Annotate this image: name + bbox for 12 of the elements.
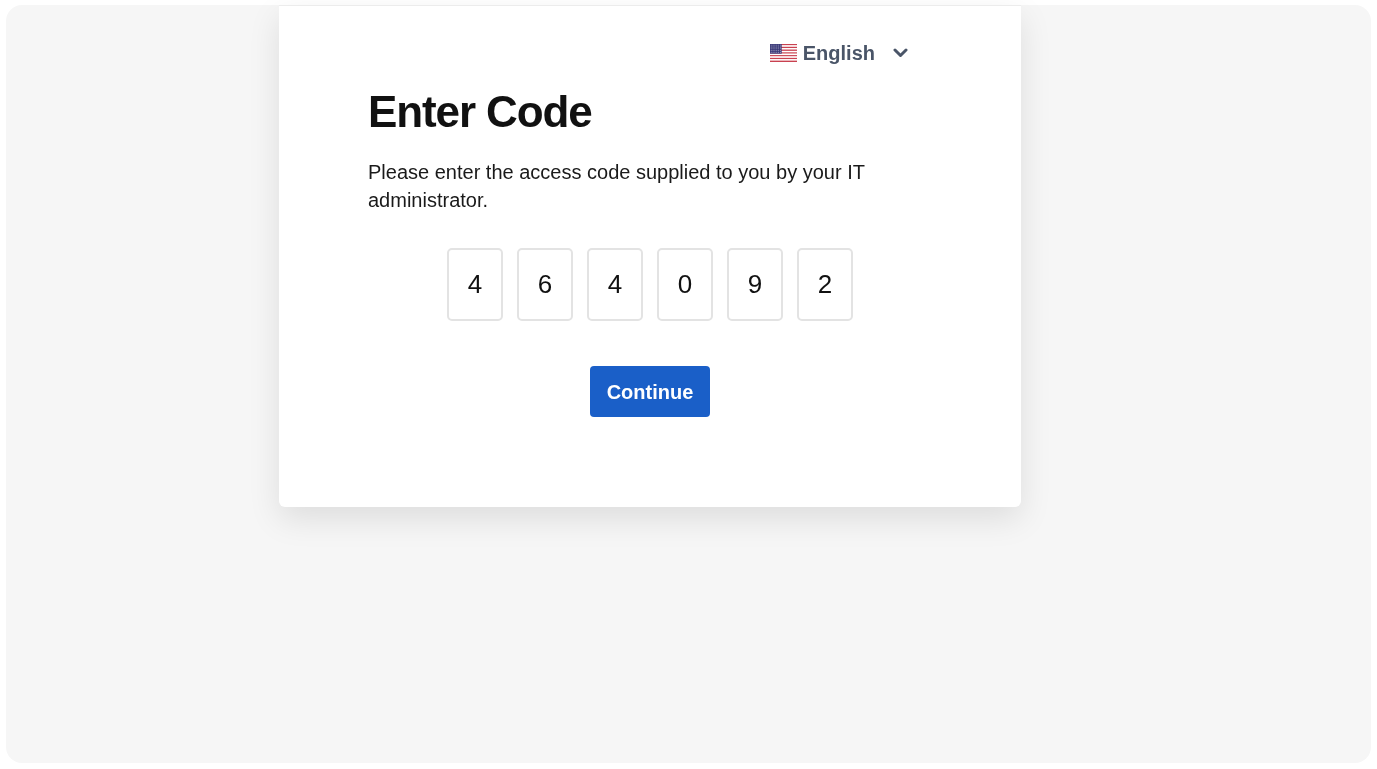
code-digit-field[interactable]: 6 bbox=[517, 248, 573, 321]
continue-button[interactable]: Continue bbox=[590, 366, 710, 417]
code-digit-field[interactable]: 9 bbox=[727, 248, 783, 321]
language-dropdown[interactable]: English bbox=[769, 36, 908, 70]
code-digit-field[interactable]: 2 bbox=[797, 248, 853, 321]
flag-icon bbox=[769, 44, 797, 62]
code-digit-field[interactable]: 0 bbox=[657, 248, 713, 321]
instructions-text: Please enter the access code supplied to you by your IT administrator. bbox=[368, 160, 866, 213]
code-digit-field[interactable]: 4 bbox=[447, 248, 503, 321]
page-title: Enter Code bbox=[368, 86, 592, 138]
code-digit-field[interactable]: 4 bbox=[587, 248, 643, 321]
chevron-down-icon bbox=[893, 48, 908, 58]
